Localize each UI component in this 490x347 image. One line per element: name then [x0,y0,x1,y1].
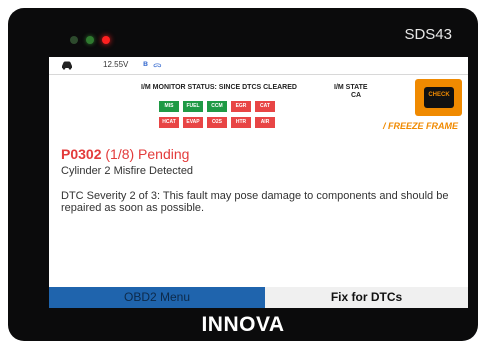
freeze-frame-link[interactable]: / FREEZE FRAME [383,121,458,131]
led-indicator-3 [102,36,110,44]
im-state-label: I/M STATE [334,84,368,91]
monitor-o2s: O2S [207,117,227,128]
monitor-evap: EVAP [183,117,203,128]
monitor-mis: MIS [159,101,179,112]
obd2-menu-button[interactable]: OBD2 Menu [49,287,265,308]
monitor-status-title: I/M MONITOR STATUS: SINCE DTCS CLEARED [141,84,297,91]
wifi-icon: ᯅ [153,60,162,69]
monitor-fuel: FUEL [183,101,203,112]
voltage-readout: 12.55V [103,60,129,69]
monitor-hcat: HCAT [159,117,179,128]
monitor-ccm: CCM [207,101,227,112]
screen: 12.55V ʙ ᯅ I/M MONITOR STATUS: SINCE DTC… [49,57,468,308]
check-engine-icon: CHECK [424,87,454,108]
led-indicator-2 [86,36,94,44]
monitor-cat: CAT [255,101,275,112]
dtc-description: Cylinder 2 Misfire Detected [61,165,194,177]
check-engine-button[interactable]: CHECK [415,79,462,116]
car-icon [62,61,72,70]
dtc-header: P0302 (1/8) Pending [61,146,189,162]
fix-for-dtcs-button[interactable]: Fix for DTCs [265,287,468,308]
device-model: SDS43 [404,26,452,43]
dtc-severity-text: DTC Severity 2 of 3: This fault may pose… [61,190,449,214]
status-bar: 12.55V ʙ ᯅ [49,57,468,75]
monitor-htr: HTR [231,117,251,128]
dtc-status: (1/8) Pending [105,146,190,162]
dtc-code: P0302 [61,146,102,162]
im-state-value: CA [351,92,362,99]
brand-logo: INNOVA [201,313,285,336]
monitor-air: AIR [255,117,275,128]
scanner-device: SDS43 12.55V ʙ ᯅ I/M MONITOR STATUS: SIN… [8,8,478,341]
bluetooth-icon: ʙ [143,59,148,68]
monitor-egr: EGR [231,101,251,112]
led-indicator-1 [70,36,78,44]
